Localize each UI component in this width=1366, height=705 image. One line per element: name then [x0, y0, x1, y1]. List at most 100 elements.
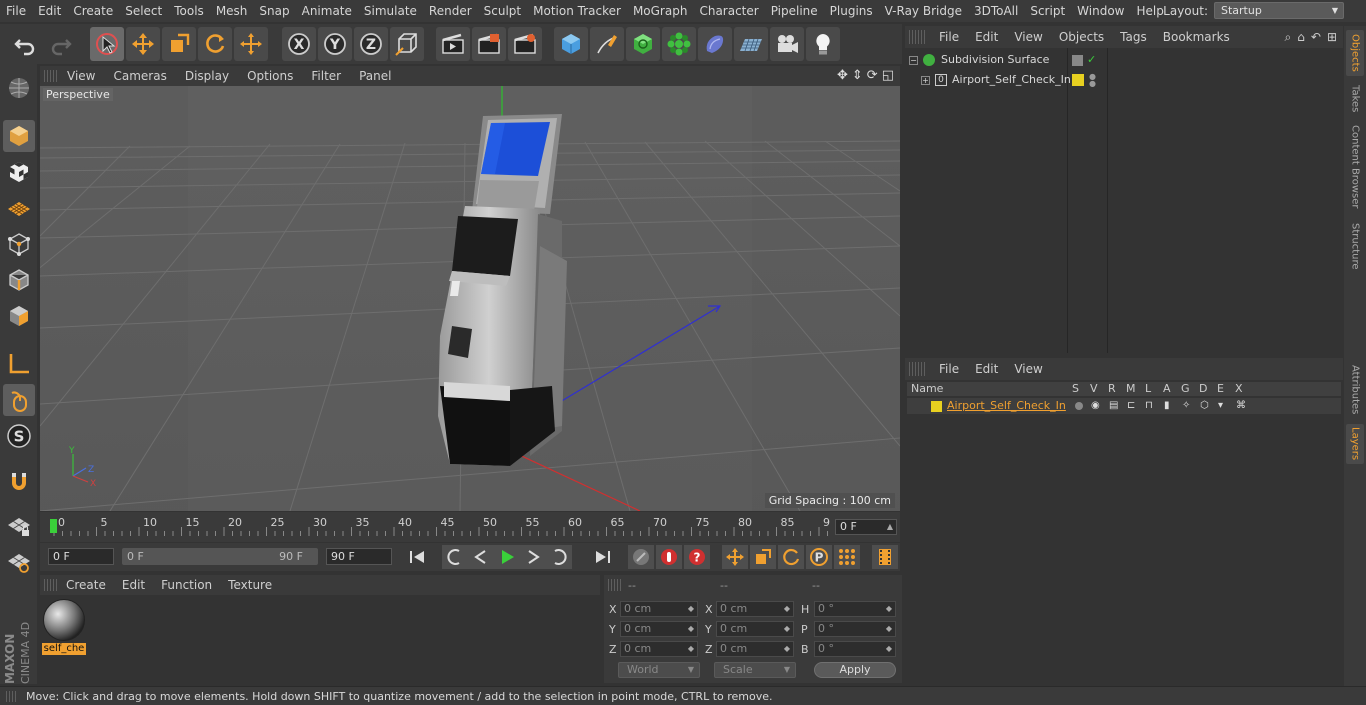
lm-menu-file[interactable]: File	[931, 362, 967, 376]
viewport-menu-display[interactable]: Display	[176, 69, 238, 83]
pan-icon[interactable]: ✥	[837, 68, 848, 83]
maximize-viewport-icon[interactable]: ◱	[882, 68, 894, 83]
om-menu-view[interactable]: View	[1006, 30, 1050, 44]
tweak-mode-button[interactable]	[3, 384, 35, 416]
timeline[interactable]: 0 5 10 15 20 25 30 35 40 45 50 55 60 65 70 75 80 85 90 0 F…	[40, 512, 900, 542]
model-mode-button[interactable]	[3, 120, 35, 152]
workplane-mode-button[interactable]	[3, 192, 35, 224]
menu-plugins[interactable]: Plugins	[824, 4, 879, 18]
key-pla-button[interactable]	[834, 545, 860, 569]
menu-vray-bridge[interactable]: V-Ray Bridge	[879, 4, 968, 18]
menu-animate[interactable]: Animate	[296, 4, 358, 18]
object-row-airport-self-check-in[interactable]: + 0 Airport_Self_Check_In ● ●	[905, 70, 1343, 90]
transform-tool-button[interactable]	[234, 27, 268, 61]
tab-structure[interactable]: Structure	[1346, 218, 1364, 274]
play-button[interactable]	[494, 545, 520, 569]
layout-dropdown[interactable]: Startup ▼	[1214, 2, 1344, 19]
next-frame-button[interactable]	[520, 545, 546, 569]
menu-simulate[interactable]: Simulate	[358, 4, 423, 18]
col-animation[interactable]: A	[1163, 382, 1171, 396]
cube-primitive-button[interactable]	[554, 27, 588, 61]
y-axis-button[interactable]: Y	[318, 27, 352, 61]
apply-button[interactable]: Apply	[814, 662, 896, 678]
key-rotation-button[interactable]	[778, 545, 804, 569]
tab-layers[interactable]: Layers	[1346, 424, 1364, 464]
deformer-icon[interactable]: ⬡	[1200, 398, 1209, 414]
live-selection-button[interactable]	[90, 27, 124, 61]
current-frame-field[interactable]: 0 F ▲	[835, 519, 897, 535]
record-key-button[interactable]	[656, 545, 682, 569]
editor-visibility-icon[interactable]	[1072, 55, 1083, 66]
tab-content-browser[interactable]: Content Browser	[1346, 122, 1364, 212]
render-view-button[interactable]	[436, 27, 470, 61]
pen-spline-button[interactable]	[590, 27, 624, 61]
viewport-menu-filter[interactable]: Filter	[302, 69, 350, 83]
menu-window[interactable]: Window	[1071, 4, 1130, 18]
floor-object-button[interactable]	[734, 27, 768, 61]
texture-mode-button[interactable]	[3, 156, 35, 188]
size-z-field[interactable]: 0 cm ◆	[716, 641, 794, 657]
menu-sculpt[interactable]: Sculpt	[478, 4, 527, 18]
mograph-cloner-button[interactable]	[662, 27, 696, 61]
new-window-icon[interactable]: ⊞	[1327, 30, 1337, 45]
viewport-menu-cameras[interactable]: Cameras	[104, 69, 175, 83]
prev-key-button[interactable]	[442, 545, 468, 569]
scale-tool-button[interactable]	[162, 27, 196, 61]
eye-icon[interactable]: ◉	[1091, 398, 1100, 414]
menu-edit[interactable]: Edit	[32, 4, 67, 18]
col-locked[interactable]: L	[1145, 382, 1151, 396]
material-menu-function[interactable]: Function	[153, 578, 220, 592]
home-icon[interactable]: ⌂	[1297, 30, 1305, 45]
tab-takes[interactable]: Takes	[1346, 82, 1364, 116]
collapse-icon[interactable]: −	[909, 56, 918, 65]
viewport-menu-view[interactable]: View	[58, 69, 104, 83]
key-position-button[interactable]	[722, 545, 748, 569]
search-icon[interactable]: ⌕	[1285, 30, 1292, 45]
solo-mode-button[interactable]: S	[3, 420, 35, 452]
col-expressions[interactable]: E	[1217, 382, 1224, 396]
layer-color-swatch[interactable]	[931, 401, 942, 412]
planar-workplane-button[interactable]	[3, 546, 35, 578]
dolly-icon[interactable]: ⇕	[852, 68, 863, 83]
coordinate-system-button[interactable]	[390, 27, 424, 61]
z-axis-button[interactable]: Z	[354, 27, 388, 61]
key-scale-button[interactable]	[750, 545, 776, 569]
move-tool-button[interactable]	[126, 27, 160, 61]
pos-y-field[interactable]: 0 cm ◆	[620, 621, 698, 637]
pos-z-field[interactable]: 0 cm ◆	[620, 641, 698, 657]
size-y-field[interactable]: 0 cm ◆	[716, 621, 794, 637]
goto-end-button[interactable]	[590, 545, 616, 569]
expand-icon[interactable]: +	[921, 76, 930, 85]
edges-mode-button[interactable]	[3, 264, 35, 296]
x-axis-button[interactable]: X	[282, 27, 316, 61]
orbit-icon[interactable]: ⟳	[867, 68, 878, 83]
om-menu-tags[interactable]: Tags	[1112, 30, 1155, 44]
om-menu-edit[interactable]: Edit	[967, 30, 1006, 44]
menu-mesh[interactable]: Mesh	[210, 4, 254, 18]
pos-x-field[interactable]: 0 cm ◆	[620, 601, 698, 617]
material-menu-edit[interactable]: Edit	[114, 578, 153, 592]
menu-pipeline[interactable]: Pipeline	[765, 4, 824, 18]
rot-p-field[interactable]: 0 ° ◆	[814, 621, 896, 637]
tab-objects[interactable]: Objects	[1346, 30, 1364, 76]
coordinate-mode-dropdown[interactable]: World ▼	[618, 662, 700, 678]
col-solo[interactable]: S	[1072, 382, 1079, 396]
timeline-window-button[interactable]	[872, 545, 898, 569]
viewport-menu-panel[interactable]: Panel	[350, 69, 400, 83]
col-deformers[interactable]: D	[1199, 382, 1207, 396]
subdivision-surface-button[interactable]	[626, 27, 660, 61]
viewport-camera-label[interactable]: Perspective	[43, 88, 113, 101]
render-to-picture-viewer-button[interactable]	[472, 27, 506, 61]
layer-row[interactable]: Airport_Self_Check_In ◉ ▤ ⊏ ⊓ ▮ ✧ ⬡ ▾ ⌘	[907, 398, 1341, 414]
undo-button[interactable]	[8, 27, 42, 61]
col-xref[interactable]: X	[1235, 382, 1243, 396]
menu-snap[interactable]: Snap	[253, 4, 295, 18]
generator-icon[interactable]: ✧	[1182, 398, 1190, 414]
col-render[interactable]: R	[1108, 382, 1116, 396]
end-frame-field[interactable]: 90 F	[326, 548, 392, 565]
col-view[interactable]: V	[1090, 382, 1098, 396]
menu-script[interactable]: Script	[1024, 4, 1071, 18]
menu-create[interactable]: Create	[67, 4, 119, 18]
lock-icon[interactable]: ⊓	[1145, 398, 1153, 414]
prev-frame-button[interactable]	[468, 545, 494, 569]
